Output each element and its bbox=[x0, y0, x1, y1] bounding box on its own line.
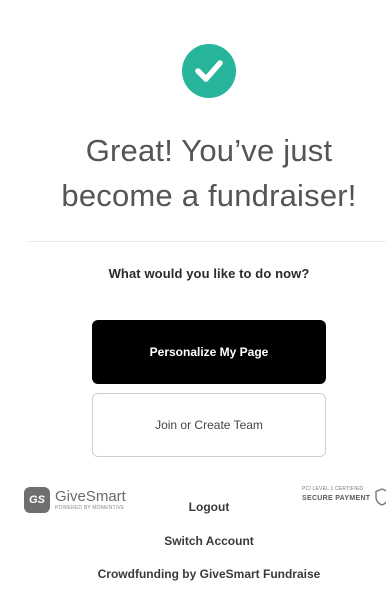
switch-account-link[interactable]: Switch Account bbox=[0, 534, 386, 548]
logout-link[interactable]: Logout bbox=[0, 500, 386, 514]
headline-line-2: become a fundraiser! bbox=[61, 178, 357, 213]
join-create-team-button[interactable]: Join or Create Team bbox=[92, 393, 326, 457]
success-check-icon bbox=[182, 44, 236, 98]
headline-line-1: Great! You’ve just bbox=[85, 133, 333, 168]
success-headline: Great! You’ve just become a fundraiser! bbox=[0, 128, 386, 218]
personalize-page-button[interactable]: Personalize My Page bbox=[92, 320, 326, 384]
next-step-prompt: What would you like to do now? bbox=[108, 266, 310, 281]
section-divider bbox=[28, 241, 386, 242]
crowdfunding-link[interactable]: Crowdfunding by GiveSmart Fundraise bbox=[0, 567, 386, 581]
